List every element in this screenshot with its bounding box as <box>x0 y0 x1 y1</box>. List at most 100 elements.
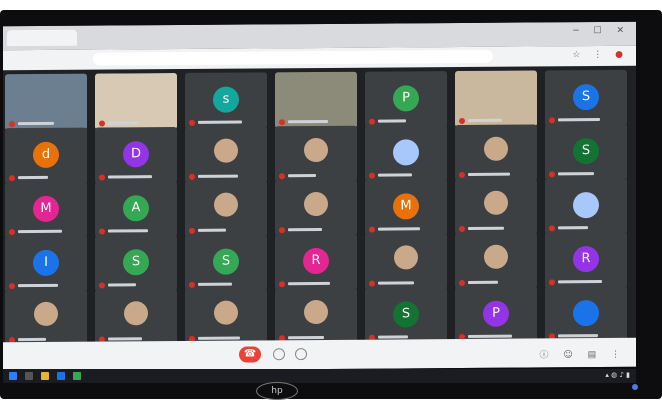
mic-muted-icon <box>9 120 15 127</box>
screen: ─ ☐ ✕ ☆ ⋮ ● sPSdDSMAMISSRRSP ☎ ⓘ ☺ ▤ ⋮ <box>3 21 636 372</box>
mic-muted-icon <box>279 118 285 125</box>
participant-tile[interactable]: M <box>365 179 447 236</box>
participant-name-illegible <box>558 172 594 176</box>
participant-tile[interactable] <box>455 178 537 236</box>
participant-name-illegible <box>288 119 328 124</box>
start-icon[interactable] <box>9 372 17 380</box>
phone-hangup-icon[interactable]: ☎ <box>239 346 261 363</box>
participant-name-illegible <box>378 119 406 123</box>
browser-tab[interactable] <box>7 29 77 47</box>
participant-tile[interactable]: s <box>185 72 267 129</box>
participant-name-illegible <box>198 336 240 340</box>
participant-name-illegible <box>18 175 48 180</box>
participant-tile[interactable] <box>275 71 357 129</box>
address-bar[interactable] <box>93 49 493 66</box>
participant-tile[interactable] <box>455 70 537 128</box>
participant-tile[interactable] <box>185 126 267 183</box>
participant-name-line <box>549 170 594 177</box>
monitor-frame: ─ ☐ ✕ ☆ ⋮ ● sPSdDSMAMISSRRSP ☎ ⓘ ☺ ▤ ⋮ ▴… <box>0 10 662 400</box>
participant-name-illegible <box>378 335 408 339</box>
participant-avatar: s <box>213 86 239 113</box>
mic-muted-icon <box>9 282 15 289</box>
mic-muted-icon <box>189 227 195 234</box>
participant-tile[interactable]: D <box>95 126 177 184</box>
mic-muted-icon <box>99 119 105 127</box>
participant-tile[interactable] <box>365 125 447 182</box>
participant-tile[interactable] <box>5 289 87 347</box>
participant-avatar: S <box>573 138 599 165</box>
participant-tile[interactable] <box>545 285 627 343</box>
participant-name-line <box>99 173 152 181</box>
app-icon[interactable] <box>73 372 81 380</box>
participant-tile[interactable] <box>275 287 357 345</box>
participant-avatar: S <box>393 301 419 328</box>
participant-tile[interactable]: d <box>5 127 87 185</box>
mic-muted-icon <box>549 224 555 231</box>
participant-tile[interactable]: S <box>545 123 627 181</box>
participant-avatar: P <box>393 85 419 112</box>
participant-tile[interactable] <box>185 288 267 345</box>
participant-profile-photo <box>484 244 508 269</box>
participant-tile[interactable]: R <box>275 233 357 291</box>
participant-tile[interactable] <box>185 180 267 237</box>
participant-name-line <box>189 227 226 234</box>
participant-tile[interactable] <box>275 125 357 183</box>
participant-tile[interactable] <box>95 288 177 346</box>
system-tray[interactable]: ▴ ◍ ♪ ▮ <box>605 371 630 379</box>
participant-tile[interactable]: S <box>365 287 447 344</box>
participant-profile-photo <box>304 299 328 325</box>
windows-taskbar: ▴ ◍ ♪ ▮ <box>3 369 636 383</box>
participant-name-illegible <box>288 227 322 232</box>
participant-profile-photo <box>124 301 148 326</box>
participant-name-line <box>279 172 316 179</box>
participant-tile[interactable]: S <box>95 234 177 292</box>
participant-avatar: M <box>393 193 419 220</box>
participant-name-line <box>459 279 498 286</box>
participant-name-illegible <box>18 229 62 234</box>
mic-muted-icon <box>459 225 465 232</box>
participant-tile[interactable] <box>5 73 87 131</box>
participant-tile[interactable]: P <box>455 286 537 344</box>
participant-tile[interactable]: M <box>5 181 87 239</box>
participant-name-line <box>189 281 232 288</box>
participant-tile[interactable] <box>455 124 537 182</box>
participant-name-illegible <box>558 118 600 122</box>
participant-tile[interactable] <box>545 177 627 235</box>
participant-name-line <box>99 227 148 235</box>
participant-tile[interactable]: S <box>185 234 267 291</box>
toolbar-icons[interactable]: ☆ ⋮ ● <box>572 50 628 60</box>
participant-name-illegible <box>108 121 138 125</box>
window-controls[interactable]: ─ ☐ ✕ <box>573 26 630 36</box>
participant-name-line <box>9 120 54 127</box>
participant-name-line <box>459 117 502 124</box>
camera-toggle-icon[interactable] <box>295 348 307 361</box>
participant-tile[interactable]: S <box>545 69 627 127</box>
participant-tile[interactable] <box>275 179 357 237</box>
participant-name-illegible <box>108 175 152 179</box>
participant-tile[interactable]: A <box>95 180 177 238</box>
participant-avatar: I <box>33 249 59 277</box>
participant-tile[interactable]: P <box>365 71 447 128</box>
participant-name-line <box>459 225 504 232</box>
participant-name-line <box>279 118 328 125</box>
mic-toggle-icon[interactable] <box>273 348 285 361</box>
folder-icon[interactable] <box>41 372 49 380</box>
mic-muted-icon <box>279 172 285 179</box>
participant-tile[interactable]: R <box>545 231 627 289</box>
participant-name-illegible <box>18 121 54 126</box>
participant-name-line <box>189 119 242 126</box>
mic-muted-icon <box>99 281 105 289</box>
participant-avatar: d <box>33 141 59 169</box>
participant-profile-photo <box>304 191 328 217</box>
mic-muted-icon <box>459 171 465 178</box>
participant-name-line <box>459 171 510 178</box>
participant-tile[interactable] <box>455 232 537 290</box>
participant-tile[interactable] <box>365 233 447 290</box>
participant-tile[interactable] <box>95 72 177 130</box>
search-icon[interactable] <box>25 372 33 380</box>
participant-profile-photo <box>484 136 508 161</box>
participant-avatar <box>573 192 599 219</box>
browser-icon[interactable] <box>57 372 65 380</box>
meeting-side-icons[interactable]: ⓘ ☺ ▤ ⋮ <box>540 347 626 361</box>
participant-tile[interactable]: I <box>5 235 87 293</box>
